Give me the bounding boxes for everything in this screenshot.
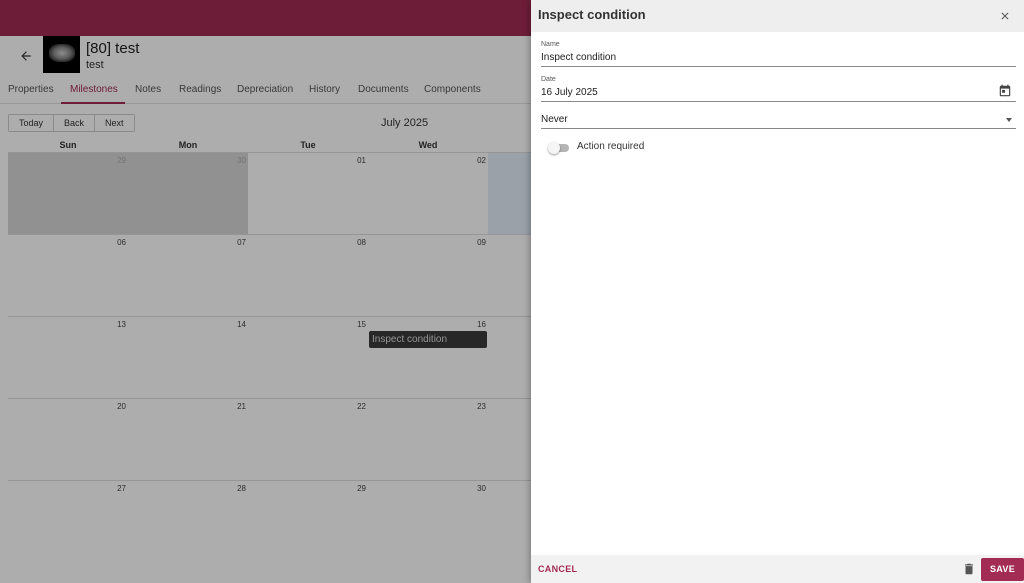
milestone-edit-panel: Inspect condition Name Inspect condition… [531, 0, 1024, 583]
cancel-button[interactable]: CANCEL [538, 564, 577, 574]
save-button[interactable]: SAVE [981, 558, 1024, 581]
panel-header: Inspect condition [531, 0, 1024, 32]
name-label: Name [541, 41, 560, 48]
date-input[interactable]: 16 July 2025 [541, 87, 1016, 101]
modal-scrim[interactable] [0, 0, 531, 583]
repeat-value[interactable]: Never [541, 114, 1016, 128]
panel-title: Inspect condition [538, 7, 646, 22]
name-input[interactable]: Inspect condition [541, 52, 1016, 66]
chevron-down-icon [1006, 118, 1012, 122]
date-field[interactable]: Date 16 July 2025 [541, 76, 1016, 102]
calendar-icon[interactable] [998, 84, 1012, 98]
close-icon[interactable] [996, 7, 1014, 25]
action-required-toggle[interactable] [548, 142, 570, 154]
action-required-label: Action required [577, 141, 645, 152]
name-field[interactable]: Name Inspect condition [541, 41, 1016, 67]
panel-footer: CANCEL SAVE [531, 555, 1024, 583]
trash-icon[interactable] [962, 562, 976, 576]
repeat-select[interactable]: Never [541, 110, 1016, 129]
date-label: Date [541, 76, 556, 83]
toggle-thumb [548, 142, 560, 154]
